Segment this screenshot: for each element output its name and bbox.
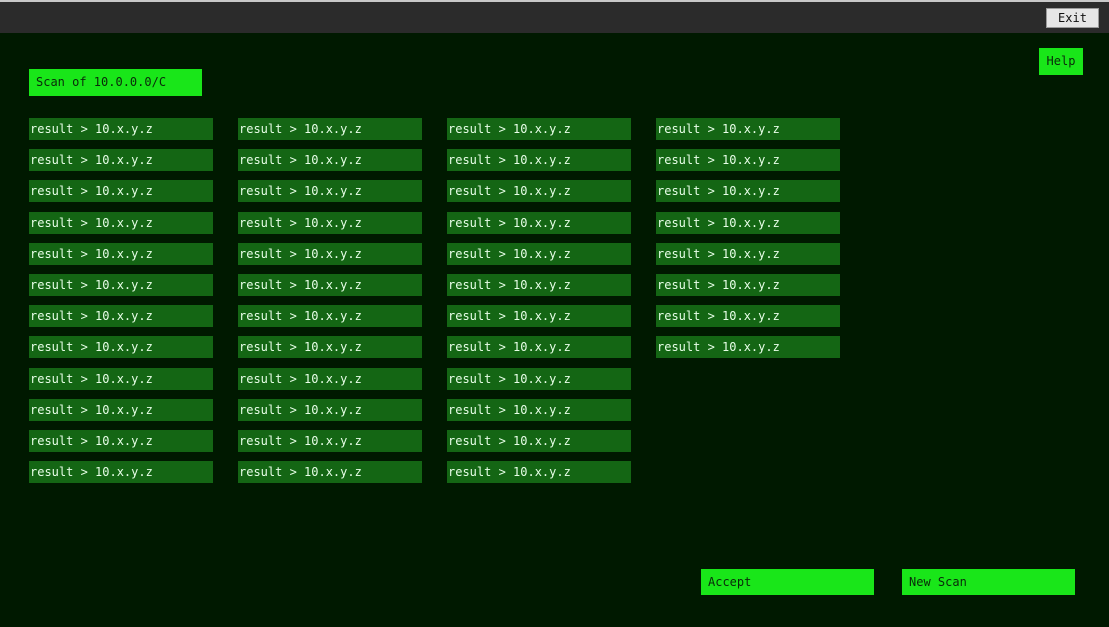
result-item[interactable]: result > 10.x.y.z [447, 274, 631, 296]
accept-button[interactable]: Accept [701, 569, 874, 595]
result-item[interactable]: result > 10.x.y.z [447, 461, 631, 483]
exit-button[interactable]: Exit [1046, 8, 1099, 28]
result-item[interactable]: result > 10.x.y.z [238, 305, 422, 327]
result-item[interactable]: result > 10.x.y.z [447, 243, 631, 265]
result-item[interactable]: result > 10.x.y.z [447, 149, 631, 171]
result-item[interactable]: result > 10.x.y.z [238, 274, 422, 296]
result-item[interactable]: result > 10.x.y.z [29, 430, 213, 452]
result-item[interactable]: result > 10.x.y.z [238, 336, 422, 358]
result-item[interactable]: result > 10.x.y.z [238, 118, 422, 140]
help-button[interactable]: Help [1039, 48, 1083, 75]
top-bar: Exit [0, 0, 1109, 33]
result-item[interactable]: result > 10.x.y.z [29, 243, 213, 265]
result-item[interactable]: result > 10.x.y.z [29, 180, 213, 202]
result-item[interactable]: result > 10.x.y.z [656, 243, 840, 265]
result-item[interactable]: result > 10.x.y.z [238, 430, 422, 452]
result-item[interactable]: result > 10.x.y.z [656, 149, 840, 171]
result-item[interactable]: result > 10.x.y.z [238, 399, 422, 421]
result-item[interactable]: result > 10.x.y.z [29, 149, 213, 171]
scan-title: Scan of 10.0.0.0/C [29, 69, 202, 96]
result-item[interactable]: result > 10.x.y.z [656, 118, 840, 140]
result-item[interactable]: result > 10.x.y.z [656, 305, 840, 327]
result-item[interactable]: result > 10.x.y.z [29, 461, 213, 483]
result-item[interactable]: result > 10.x.y.z [238, 243, 422, 265]
result-item[interactable]: result > 10.x.y.z [447, 368, 631, 390]
result-item[interactable]: result > 10.x.y.z [29, 305, 213, 327]
result-item[interactable]: result > 10.x.y.z [238, 212, 422, 234]
result-item[interactable]: result > 10.x.y.z [29, 336, 213, 358]
result-item[interactable]: result > 10.x.y.z [238, 368, 422, 390]
result-item[interactable]: result > 10.x.y.z [447, 430, 631, 452]
result-item[interactable]: result > 10.x.y.z [29, 274, 213, 296]
result-item[interactable]: result > 10.x.y.z [238, 149, 422, 171]
result-item[interactable]: result > 10.x.y.z [29, 368, 213, 390]
result-item[interactable]: result > 10.x.y.z [656, 336, 840, 358]
result-item[interactable]: result > 10.x.y.z [447, 180, 631, 202]
result-item[interactable]: result > 10.x.y.z [447, 336, 631, 358]
result-item[interactable]: result > 10.x.y.z [447, 212, 631, 234]
new-scan-button[interactable]: New Scan [902, 569, 1075, 595]
result-item[interactable]: result > 10.x.y.z [656, 274, 840, 296]
result-item[interactable]: result > 10.x.y.z [656, 212, 840, 234]
result-item[interactable]: result > 10.x.y.z [29, 399, 213, 421]
result-item[interactable]: result > 10.x.y.z [447, 305, 631, 327]
result-item[interactable]: result > 10.x.y.z [656, 180, 840, 202]
result-item[interactable]: result > 10.x.y.z [447, 118, 631, 140]
result-item[interactable]: result > 10.x.y.z [238, 461, 422, 483]
result-item[interactable]: result > 10.x.y.z [238, 180, 422, 202]
result-item[interactable]: result > 10.x.y.z [447, 399, 631, 421]
result-item[interactable]: result > 10.x.y.z [29, 118, 213, 140]
result-item[interactable]: result > 10.x.y.z [29, 212, 213, 234]
